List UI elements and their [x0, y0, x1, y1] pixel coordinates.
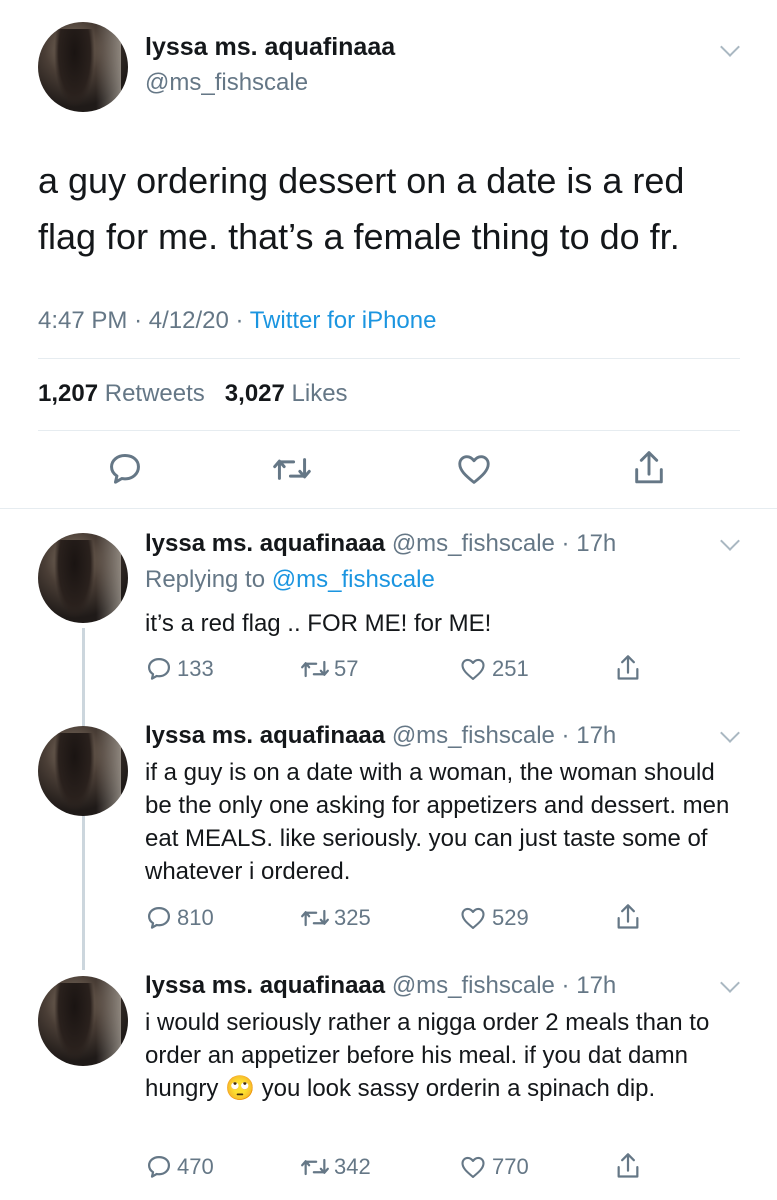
like-count: 770 [492, 1154, 529, 1179]
reply-handle-time[interactable]: @ms_fishscale · 17h [392, 972, 616, 999]
replying-to: Replying to @ms_fishscale [145, 566, 435, 594]
retweet-arrows-icon[interactable] [298, 1153, 332, 1181]
share-upload-icon[interactable] [614, 1150, 642, 1182]
avatar[interactable] [38, 533, 128, 623]
reply-display-name[interactable]: lyssa ms. aquafinaaa [145, 972, 385, 999]
reply-header: lyssa ms. aquafinaaa @ms_fishscale · 17h [145, 530, 616, 558]
reply-count: 470 [177, 1154, 214, 1179]
retweet-count: 57 [334, 656, 359, 681]
retweet-arrows-icon[interactable] [298, 904, 332, 932]
reply-header: lyssa ms. aquafinaaa @ms_fishscale · 17h [145, 972, 616, 1000]
retweet-arrows-icon[interactable] [298, 655, 332, 683]
retweets-stat[interactable]: 1,207 Retweets [38, 380, 211, 407]
chevron-down-icon[interactable] [720, 723, 740, 743]
main-tweet-text: a guy ordering dessert on a date is a re… [38, 160, 685, 257]
retweet-count: 325 [334, 905, 371, 930]
rolling-eyes-emoji: 🙄 [225, 1075, 255, 1102]
replying-to-handle[interactable]: @ms_fishscale [272, 566, 435, 593]
reply-text: if a guy is on a date with a woman, the … [145, 759, 730, 885]
heart-icon[interactable] [458, 904, 488, 932]
divider [38, 358, 740, 359]
chevron-down-icon[interactable] [720, 973, 740, 993]
reply-count: 810 [177, 905, 214, 930]
heart-icon[interactable] [454, 450, 494, 488]
speech-bubble-icon[interactable] [145, 1153, 173, 1181]
divider [0, 508, 777, 509]
likes-label: Likes [291, 380, 348, 407]
likes-count: 3,027 [224, 380, 285, 407]
reply-text: it’s a red flag .. FOR ME! for ME! [145, 610, 492, 637]
speech-bubble-icon[interactable] [145, 655, 173, 683]
like-count: 251 [492, 656, 529, 681]
reply-handle-time[interactable]: @ms_fishscale · 17h [392, 722, 616, 749]
reply-text-after-emoji: you look sassy orderin a spinach dip. [261, 1075, 656, 1102]
main-handle[interactable]: @ms_fishscale [145, 69, 308, 97]
chevron-down-icon[interactable] [720, 37, 740, 57]
reply-display-name[interactable]: lyssa ms. aquafinaaa [145, 530, 385, 557]
divider [38, 430, 740, 431]
reply-handle-time[interactable]: @ms_fishscale · 17h [392, 530, 616, 557]
share-upload-icon[interactable] [614, 652, 642, 684]
separator: · [235, 307, 244, 334]
tweet-time[interactable]: 4:47 PM [38, 307, 127, 334]
retweet-arrows-icon[interactable] [270, 450, 314, 488]
reply-count: 133 [177, 656, 214, 681]
share-upload-icon[interactable] [614, 901, 642, 933]
separator: · [134, 307, 143, 334]
tweet-source-link[interactable]: Twitter for iPhone [250, 307, 437, 334]
speech-bubble-icon[interactable] [106, 450, 144, 488]
chevron-down-icon[interactable] [720, 531, 740, 551]
retweets-label: Retweets [104, 380, 205, 407]
avatar[interactable] [38, 22, 128, 112]
share-upload-icon[interactable] [630, 448, 668, 488]
speech-bubble-icon[interactable] [145, 904, 173, 932]
engagement-stats: 1,207 Retweets 3,027 Likes [38, 380, 348, 408]
reply-text: i would seriously rather a nigga order 2… [145, 1006, 745, 1105]
replying-to-prefix: Replying to [145, 566, 266, 593]
retweets-count: 1,207 [38, 380, 99, 407]
avatar[interactable] [38, 976, 128, 1066]
reply-header: lyssa ms. aquafinaaa @ms_fishscale · 17h [145, 722, 616, 750]
like-count: 529 [492, 905, 529, 930]
reply-display-name[interactable]: lyssa ms. aquafinaaa [145, 722, 385, 749]
main-display-name[interactable]: lyssa ms. aquafinaaa [145, 33, 395, 62]
heart-icon[interactable] [458, 1153, 488, 1181]
avatar[interactable] [38, 726, 128, 816]
tweet-date[interactable]: 4/12/20 [149, 307, 229, 334]
likes-stat[interactable]: 3,027 Likes [225, 380, 348, 407]
tweet-timestamp-row: 4:47 PM · 4/12/20 · Twitter for iPhone [38, 307, 436, 335]
retweet-count: 342 [334, 1154, 371, 1179]
heart-icon[interactable] [458, 655, 488, 683]
